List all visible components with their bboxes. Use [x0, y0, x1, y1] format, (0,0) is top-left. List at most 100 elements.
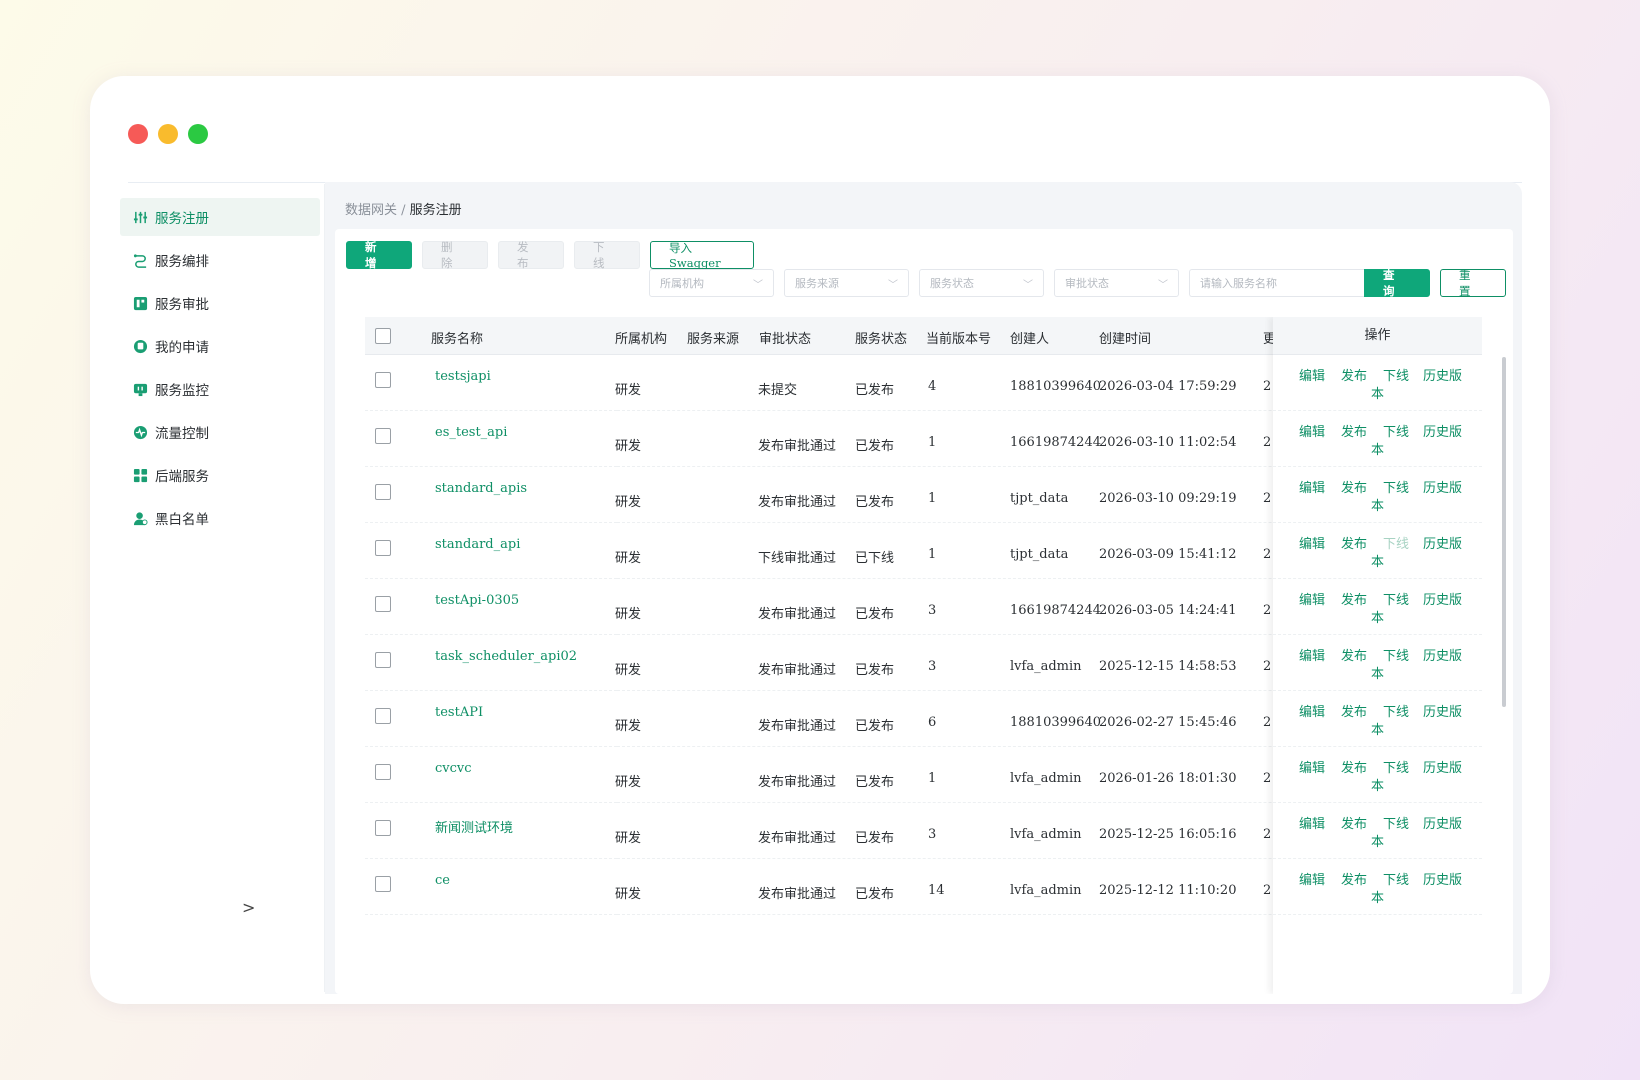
offline-link[interactable]: 下线 [1383, 701, 1409, 720]
offline-link[interactable]: 下线 [1383, 813, 1409, 832]
row-checkbox[interactable] [375, 596, 391, 612]
service-name-link[interactable]: ce [435, 873, 450, 888]
sidebar-item-4[interactable]: 服务监控 [120, 370, 320, 408]
maximize-window-button[interactable] [188, 124, 208, 144]
history-version-link[interactable]: 历史版 [1423, 757, 1462, 776]
publish-link[interactable]: 发布 [1341, 589, 1367, 608]
row-checkbox[interactable] [375, 540, 391, 556]
column-header-version[interactable]: 当前版本号 [926, 328, 991, 347]
sidebar-item-0[interactable]: 服务注册 [120, 198, 320, 236]
edit-link[interactable]: 编辑 [1299, 365, 1325, 384]
select-all-checkbox[interactable] [375, 328, 391, 344]
offline-link[interactable]: 下线 [1383, 589, 1409, 608]
history-version-link-wrap[interactable]: 本 [1371, 607, 1384, 626]
edit-link[interactable]: 编辑 [1299, 477, 1325, 496]
column-header-source[interactable]: 服务来源 [687, 328, 739, 347]
column-header-creator[interactable]: 创建人 [1010, 328, 1049, 347]
column-header-name[interactable]: 服务名称 [431, 328, 483, 347]
publish-link[interactable]: 发布 [1341, 757, 1367, 776]
edit-link[interactable]: 编辑 [1299, 533, 1325, 552]
import-swagger-button[interactable]: 导入Swagger [650, 241, 754, 270]
sidebar-item-3[interactable]: 我的申请 [120, 327, 320, 365]
close-window-button[interactable] [128, 124, 148, 144]
service-name-link[interactable]: task_scheduler_api02 [435, 649, 577, 664]
service-name-link[interactable]: 新闻测试环境 [435, 817, 513, 836]
history-version-link-wrap[interactable]: 本 [1371, 775, 1384, 794]
service-name-link[interactable]: testAPI [435, 705, 483, 720]
history-version-link[interactable]: 历史版 [1423, 813, 1462, 832]
column-header-status[interactable]: 服务状态 [855, 328, 907, 347]
offline-link[interactable]: 下线 [1383, 869, 1409, 888]
offline-link[interactable]: 下线 [1383, 365, 1409, 384]
breadcrumb-parent[interactable]: 数据网关 [345, 203, 397, 218]
service-name-link[interactable]: testsjapi [435, 369, 491, 384]
edit-link[interactable]: 编辑 [1299, 869, 1325, 888]
row-checkbox[interactable] [375, 484, 391, 500]
search-button[interactable]: 查 询 [1364, 268, 1430, 298]
history-version-link-wrap[interactable]: 本 [1371, 551, 1384, 570]
row-checkbox[interactable] [375, 428, 391, 444]
offline-link[interactable]: 下线 [1383, 477, 1409, 496]
publish-link[interactable]: 发布 [1341, 421, 1367, 440]
service-name-link[interactable]: testApi-0305 [435, 593, 519, 608]
edit-link[interactable]: 编辑 [1299, 701, 1325, 720]
publish-button[interactable]: 发 布 [498, 240, 564, 270]
history-version-link[interactable]: 历史版 [1423, 477, 1462, 496]
org-select[interactable]: 所属机构 ﹀ [649, 269, 774, 297]
publish-link[interactable]: 发布 [1341, 813, 1367, 832]
history-version-link[interactable]: 历史版 [1423, 365, 1462, 384]
history-version-link[interactable]: 历史版 [1423, 589, 1462, 608]
offline-button[interactable]: 下 线 [574, 240, 640, 270]
publish-link[interactable]: 发布 [1341, 533, 1367, 552]
row-checkbox[interactable] [375, 820, 391, 836]
column-header-org[interactable]: 所属机构 [615, 328, 667, 347]
publish-link[interactable]: 发布 [1341, 869, 1367, 888]
history-version-link[interactable]: 历史版 [1423, 421, 1462, 440]
history-version-link-wrap[interactable]: 本 [1371, 719, 1384, 738]
offline-link[interactable]: 下线 [1383, 645, 1409, 664]
source-select[interactable]: 服务来源 ﹀ [784, 269, 909, 297]
status-select[interactable]: 服务状态 ﹀ [919, 269, 1044, 297]
reset-button[interactable]: 重 置 [1440, 268, 1506, 298]
row-checkbox[interactable] [375, 708, 391, 724]
history-version-link-wrap[interactable]: 本 [1371, 831, 1384, 850]
publish-link[interactable]: 发布 [1341, 365, 1367, 384]
history-version-link-wrap[interactable]: 本 [1371, 495, 1384, 514]
row-checkbox[interactable] [375, 876, 391, 892]
sidebar-item-7[interactable]: 黑白名单 [120, 499, 320, 537]
history-version-link[interactable]: 历史版 [1423, 533, 1462, 552]
history-version-link-wrap[interactable]: 本 [1371, 887, 1384, 906]
history-version-link[interactable]: 历史版 [1423, 701, 1462, 720]
offline-link[interactable]: 下线 [1383, 757, 1409, 776]
edit-link[interactable]: 编辑 [1299, 813, 1325, 832]
offline-link[interactable]: 下线 [1383, 533, 1409, 552]
history-version-link[interactable]: 历史版 [1423, 869, 1462, 888]
history-version-link-wrap[interactable]: 本 [1371, 383, 1384, 402]
column-header-created[interactable]: 创建时间 [1099, 328, 1151, 347]
sidebar-item-1[interactable]: 服务编排 [120, 241, 320, 279]
row-checkbox[interactable] [375, 372, 391, 388]
service-name-link[interactable]: es_test_api [435, 425, 507, 440]
edit-link[interactable]: 编辑 [1299, 645, 1325, 664]
row-checkbox[interactable] [375, 652, 391, 668]
table-scrollbar[interactable] [1502, 357, 1506, 707]
minimize-window-button[interactable] [158, 124, 178, 144]
collapse-sidebar-icon[interactable]: > [242, 898, 255, 917]
service-name-link[interactable]: standard_api [435, 537, 520, 552]
edit-link[interactable]: 编辑 [1299, 421, 1325, 440]
history-version-link[interactable]: 历史版 [1423, 645, 1462, 664]
service-name-link[interactable]: cvcvc [435, 761, 472, 776]
history-version-link-wrap[interactable]: 本 [1371, 439, 1384, 458]
offline-link[interactable]: 下线 [1383, 421, 1409, 440]
history-version-link-wrap[interactable]: 本 [1371, 663, 1384, 682]
delete-button[interactable]: 删 除 [422, 240, 488, 270]
service-name-link[interactable]: standard_apis [435, 481, 527, 496]
publish-link[interactable]: 发布 [1341, 701, 1367, 720]
sidebar-item-2[interactable]: 服务审批 [120, 284, 320, 322]
publish-link[interactable]: 发布 [1341, 645, 1367, 664]
service-name-search-input[interactable] [1189, 269, 1364, 297]
add-button[interactable]: 新 增 [346, 240, 412, 270]
approval-select[interactable]: 审批状态 ﹀ [1054, 269, 1179, 297]
row-checkbox[interactable] [375, 764, 391, 780]
edit-link[interactable]: 编辑 [1299, 589, 1325, 608]
